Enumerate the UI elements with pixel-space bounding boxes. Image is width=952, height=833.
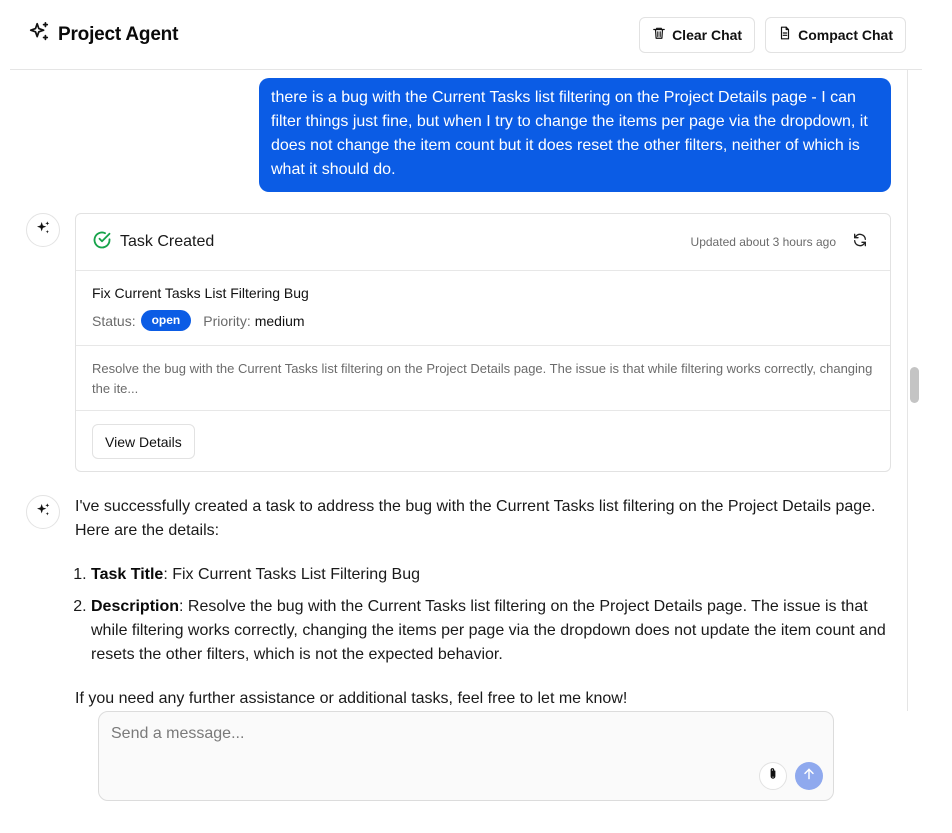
user-message: there is a bug with the Current Tasks li… bbox=[259, 78, 891, 192]
task-card-heading: Task Created bbox=[120, 233, 215, 250]
clear-chat-button[interactable]: Clear Chat bbox=[639, 16, 756, 53]
assistant-outro: If you need any further assistance or ad… bbox=[75, 690, 628, 707]
task-title: Fix Current Tasks List Filtering Bug bbox=[92, 285, 309, 301]
compact-chat-button[interactable]: Compact Chat bbox=[765, 16, 906, 53]
brand: Project Agent bbox=[28, 21, 178, 48]
refresh-icon[interactable] bbox=[852, 232, 868, 253]
details-list: Task Title: Fix Current Tasks List Filte… bbox=[75, 563, 891, 667]
updated-timestamp: Updated about 3 hours ago bbox=[690, 235, 836, 249]
status-badge: open bbox=[140, 310, 192, 331]
compact-chat-label: Compact Chat bbox=[798, 26, 893, 43]
list-item: Task Title: Fix Current Tasks List Filte… bbox=[91, 563, 891, 587]
check-circle-icon bbox=[92, 230, 112, 255]
header-actions: Clear Chat Compact Chat bbox=[639, 16, 906, 53]
chat-app: Project Agent Clear Chat Compact Chat th… bbox=[0, 0, 952, 833]
sparkles-icon bbox=[28, 21, 50, 48]
header: Project Agent Clear Chat Compact Chat bbox=[10, 0, 922, 70]
message-composer bbox=[98, 711, 834, 801]
task-description: Resolve the bug with the Current Tasks l… bbox=[76, 346, 890, 411]
priority-value: medium bbox=[254, 312, 305, 329]
send-button[interactable] bbox=[795, 762, 823, 790]
list-item: Description: Resolve the bug with the Cu… bbox=[91, 595, 891, 667]
status-label: Status: bbox=[92, 312, 136, 329]
file-text-icon bbox=[778, 26, 792, 43]
arrow-up-icon bbox=[801, 766, 817, 787]
attach-button[interactable] bbox=[759, 762, 787, 790]
clear-chat-label: Clear Chat bbox=[672, 26, 743, 43]
list-item-text: : Resolve the bug with the Current Tasks… bbox=[91, 598, 886, 663]
trash-icon bbox=[652, 26, 666, 43]
sparkles-icon bbox=[35, 502, 51, 523]
assistant-avatar bbox=[26, 213, 60, 247]
priority-label: Priority: bbox=[203, 312, 251, 329]
assistant-avatar bbox=[26, 495, 60, 529]
task-card: Task Created Updated about 3 hours ago F… bbox=[75, 213, 891, 472]
list-item-label: Description bbox=[91, 598, 180, 615]
task-card-header: Task Created Updated about 3 hours ago bbox=[76, 214, 890, 271]
list-item-label: Task Title bbox=[91, 566, 164, 583]
paperclip-icon bbox=[766, 767, 780, 786]
task-meta: Status: open Priority: medium bbox=[92, 310, 874, 331]
message-list[interactable]: there is a bug with the Current Tasks li… bbox=[0, 70, 908, 711]
sparkles-icon bbox=[35, 220, 51, 241]
list-item-text: : Fix Current Tasks List Filtering Bug bbox=[163, 566, 421, 583]
task-card-footer: View Details bbox=[76, 411, 890, 472]
task-card-body: Fix Current Tasks List Filtering Bug Sta… bbox=[76, 271, 890, 346]
assistant-intro: I've successfully created a task to addr… bbox=[75, 498, 876, 539]
scrollbar-thumb[interactable] bbox=[910, 367, 919, 403]
message-input[interactable] bbox=[111, 722, 751, 746]
view-details-button[interactable]: View Details bbox=[92, 424, 195, 459]
app-title: Project Agent bbox=[58, 23, 179, 45]
assistant-message: I've successfully created a task to addr… bbox=[75, 495, 891, 711]
